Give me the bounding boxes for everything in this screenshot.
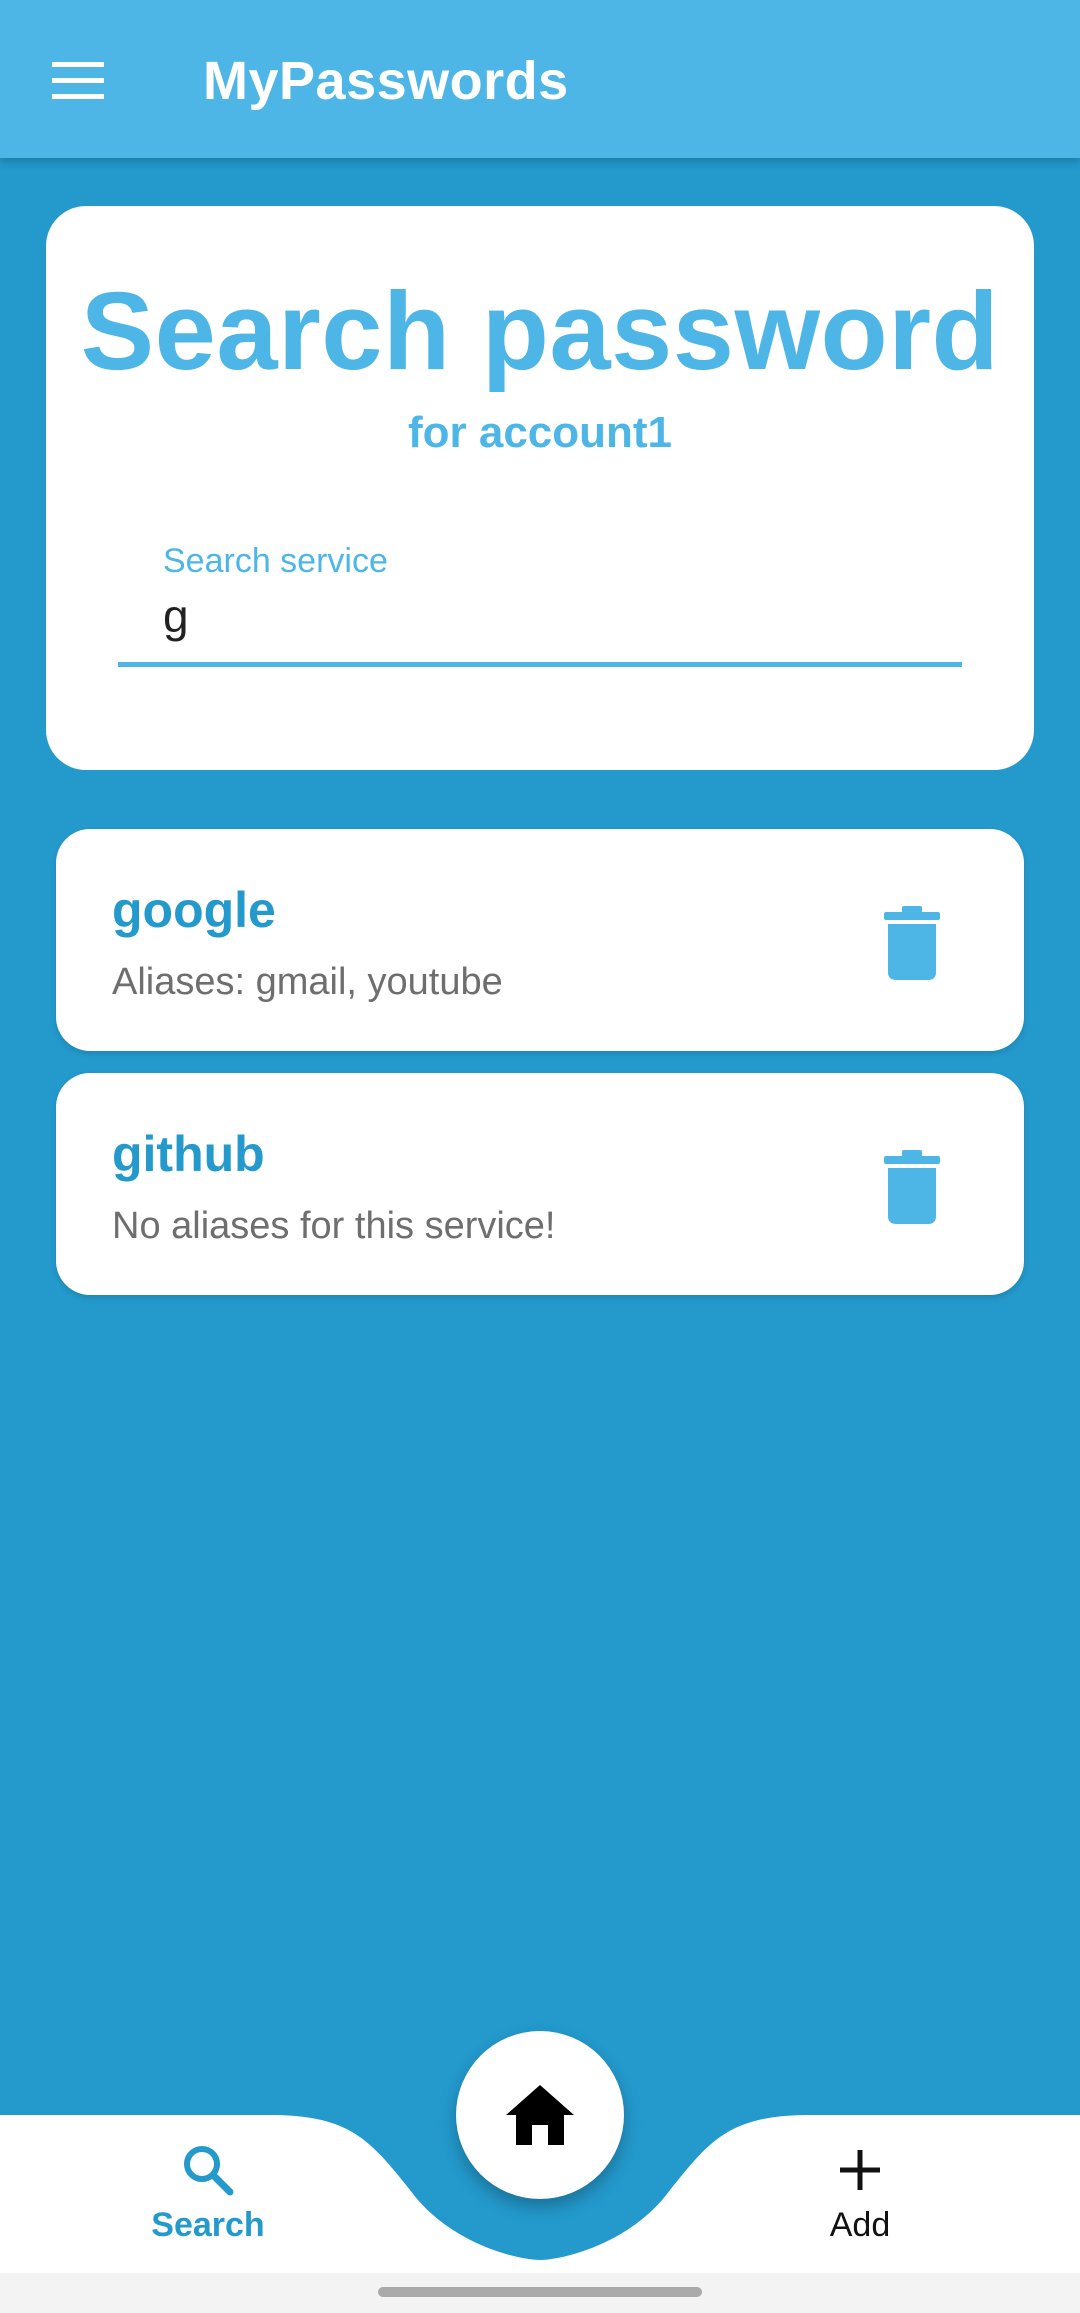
search-service-input[interactable] xyxy=(163,586,943,646)
plus-icon xyxy=(840,2150,880,2190)
hamburger-menu-icon[interactable] xyxy=(40,48,120,112)
trash-icon xyxy=(884,1150,940,1224)
trash-icon xyxy=(884,906,940,980)
nav-add-button[interactable]: Add xyxy=(750,2140,970,2290)
page-title: Search password xyxy=(80,270,1000,393)
service-name: github xyxy=(112,1126,265,1182)
service-aliases: Aliases: gmail, youtube xyxy=(112,961,503,1003)
search-card: Search password for account1 Search serv… xyxy=(46,206,1034,770)
service-aliases: No aliases for this service! xyxy=(112,1205,556,1247)
home-icon xyxy=(506,2085,574,2145)
app-title: MyPasswords xyxy=(203,51,569,111)
nav-add-label: Add xyxy=(829,2206,891,2244)
delete-github-button[interactable] xyxy=(868,1143,956,1231)
account-subtitle: for account1 xyxy=(407,408,673,457)
app-bar: MyPasswords xyxy=(0,0,1080,158)
search-field-underline xyxy=(118,662,962,667)
system-navigation-bar xyxy=(0,2273,1080,2313)
service-name: google xyxy=(112,882,276,938)
home-button[interactable] xyxy=(456,2031,624,2199)
search-icon xyxy=(184,2146,234,2196)
nav-search-button[interactable]: Search xyxy=(98,2140,318,2290)
delete-google-button[interactable] xyxy=(868,899,956,987)
service-card-github[interactable]: github No aliases for this service! xyxy=(56,1073,1024,1295)
search-field-label: Search service xyxy=(163,542,388,580)
gesture-handle[interactable] xyxy=(378,2287,702,2297)
service-card-google[interactable]: google Aliases: gmail, youtube xyxy=(56,829,1024,1051)
nav-search-label: Search xyxy=(151,2206,265,2244)
